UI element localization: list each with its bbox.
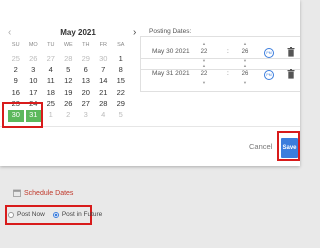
calendar-day[interactable]: 26 bbox=[60, 98, 78, 109]
next-month-icon[interactable]: › bbox=[133, 28, 136, 38]
chevron-down-icon[interactable]: ▼ bbox=[237, 79, 253, 86]
post-in-future-radio[interactable] bbox=[52, 212, 59, 218]
calendar-day[interactable]: 8 bbox=[112, 64, 130, 75]
hour-value[interactable]: 22 bbox=[196, 47, 212, 57]
footer-divider bbox=[0, 126, 300, 127]
weekday-label: MO bbox=[28, 42, 38, 48]
calendar-day[interactable]: 28 bbox=[95, 98, 113, 109]
calendar-icon bbox=[13, 189, 21, 197]
calendar-month-label: May 2021 bbox=[60, 28, 96, 37]
posting-date-text: May 30 2021 bbox=[152, 48, 190, 55]
weekday-label: TH bbox=[82, 42, 90, 48]
ampm-toggle[interactable]: PM bbox=[264, 48, 274, 58]
time-separator: : bbox=[227, 70, 229, 77]
calendar-day[interactable]: 1 bbox=[112, 53, 130, 64]
minute-value[interactable]: 26 bbox=[237, 69, 253, 79]
chevron-up-icon[interactable]: ▲ bbox=[237, 62, 253, 69]
calendar-day[interactable]: 26 bbox=[25, 53, 43, 64]
minute-value[interactable]: 26 bbox=[237, 47, 253, 57]
hour-value[interactable]: 22 bbox=[196, 69, 212, 79]
weekday-label: FR bbox=[99, 42, 107, 48]
weekday-label: SA bbox=[117, 42, 125, 48]
minute-spinner[interactable]: ▲ 26 ▼ bbox=[237, 62, 253, 88]
chevron-down-icon[interactable]: ▼ bbox=[196, 79, 212, 86]
posting-date-text: May 31 2021 bbox=[152, 70, 190, 77]
time-separator: : bbox=[227, 48, 229, 55]
calendar-day[interactable]: 25 bbox=[7, 53, 25, 64]
calendar-day[interactable]: 3 bbox=[25, 64, 43, 75]
chevron-up-icon[interactable]: ▲ bbox=[237, 40, 253, 47]
chevron-up-icon[interactable]: ▲ bbox=[196, 40, 212, 47]
calendar-day[interactable]: 18 bbox=[42, 87, 60, 98]
cancel-button[interactable]: Cancel bbox=[249, 142, 272, 152]
calendar-day[interactable]: 7 bbox=[95, 64, 113, 75]
previous-month-icon[interactable]: ‹ bbox=[8, 28, 11, 38]
calendar-day[interactable]: 28 bbox=[60, 53, 78, 64]
post-timing-options: Post Now Post in Future bbox=[8, 210, 110, 220]
calendar-day[interactable]: 15 bbox=[112, 75, 130, 86]
calendar-day[interactable]: 22 bbox=[112, 87, 130, 98]
calendar-day[interactable]: 19 bbox=[60, 87, 78, 98]
post-now-radio[interactable] bbox=[8, 212, 14, 218]
weekday-label: WE bbox=[63, 42, 73, 48]
calendar-day[interactable]: 4 bbox=[42, 64, 60, 75]
chevron-up-icon[interactable]: ▲ bbox=[196, 62, 212, 69]
calendar-day[interactable]: 1 bbox=[42, 109, 60, 120]
trash-icon[interactable] bbox=[287, 69, 295, 79]
calendar-day[interactable]: 10 bbox=[25, 75, 43, 86]
calendar-day[interactable]: 2 bbox=[60, 109, 78, 120]
calendar-day[interactable]: 29 bbox=[77, 53, 95, 64]
hour-spinner[interactable]: ▲ 22 ▼ bbox=[196, 62, 212, 88]
calendar-day[interactable]: 20 bbox=[77, 87, 95, 98]
trash-icon[interactable] bbox=[287, 47, 295, 57]
calendar-day[interactable]: 17 bbox=[25, 87, 43, 98]
ampm-toggle[interactable]: PM bbox=[264, 70, 274, 80]
calendar-day[interactable]: 5 bbox=[60, 64, 78, 75]
calendar-day[interactable]: 12 bbox=[60, 75, 78, 86]
schedule-dates-section: Schedule Dates bbox=[13, 189, 73, 197]
weekday-header: SU MO TU WE TH FR SA bbox=[7, 41, 130, 49]
post-now-label[interactable]: Post Now bbox=[17, 210, 45, 220]
post-in-future-label[interactable]: Post in Future bbox=[62, 210, 102, 220]
calendar-day[interactable]: 27 bbox=[42, 53, 60, 64]
calendar-day[interactable]: 25 bbox=[42, 98, 60, 109]
weekday-label: TU bbox=[47, 42, 55, 48]
highlight-selected-days bbox=[2, 102, 43, 128]
calendar-day[interactable]: 21 bbox=[95, 87, 113, 98]
calendar-day[interactable]: 30 bbox=[95, 53, 113, 64]
calendar-day[interactable]: 6 bbox=[77, 64, 95, 75]
calendar-day[interactable]: 11 bbox=[42, 75, 60, 86]
calendar-day[interactable]: 3 bbox=[77, 109, 95, 120]
calendar-day[interactable]: 2 bbox=[7, 64, 25, 75]
calendar-day[interactable]: 13 bbox=[77, 75, 95, 86]
calendar-day[interactable]: 29 bbox=[112, 98, 130, 109]
calendar-day[interactable]: 5 bbox=[112, 109, 130, 120]
highlight-save-button bbox=[277, 131, 300, 161]
calendar-day[interactable]: 16 bbox=[7, 87, 25, 98]
calendar-day[interactable]: 14 bbox=[95, 75, 113, 86]
schedule-dates-title: Schedule Dates bbox=[24, 189, 74, 197]
calendar-day[interactable]: 27 bbox=[77, 98, 95, 109]
posting-date-row: May 31 2021 ▲ 22 ▼ : ▲ 26 ▼ PM bbox=[140, 58, 300, 92]
schedule-dialog: ‹ May 2021 › SU MO TU WE TH FR SA 25 26 27… bbox=[0, 0, 300, 166]
posting-dates-title: Posting Dates: bbox=[149, 28, 192, 35]
calendar-day[interactable]: 4 bbox=[95, 109, 113, 120]
weekday-label: SU bbox=[11, 42, 20, 48]
calendar-day[interactable]: 9 bbox=[7, 75, 25, 86]
